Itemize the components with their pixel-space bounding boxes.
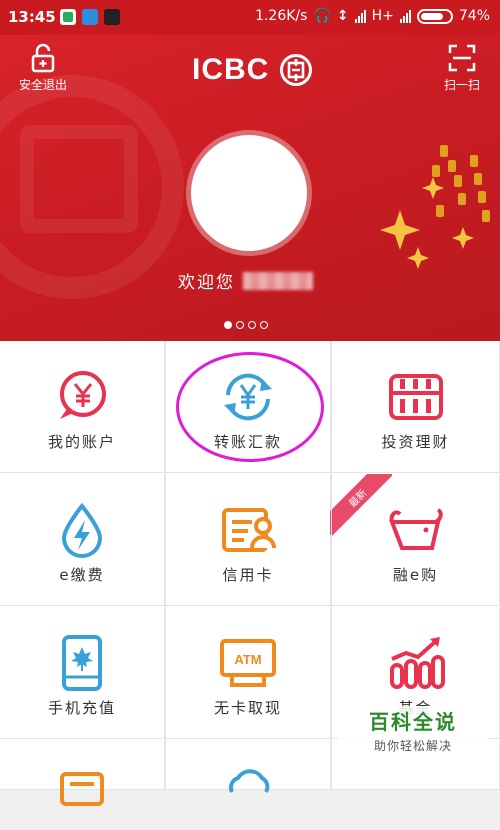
grid-item-label: 信用卡: [222, 566, 274, 584]
partial-orange-icon: [60, 772, 104, 806]
scan-button[interactable]: 扫一扫: [432, 43, 492, 93]
column-divider: [165, 341, 166, 790]
battery-level: 74%: [458, 8, 490, 24]
grid-item-label: 融e购: [392, 566, 439, 584]
grid-item-rong-e-gou[interactable]: 最新 融e购: [330, 474, 500, 606]
app-notification-icon: [82, 9, 98, 25]
grid-item-credit-card[interactable]: 信用卡: [166, 474, 331, 606]
grid-item-cardless-withdrawal[interactable]: ATM 无卡取现: [166, 607, 331, 739]
scan-label: 扫一扫: [443, 78, 480, 92]
yen-transfer-icon: [224, 373, 272, 421]
brand-name: ICBC: [192, 53, 270, 86]
grid-item-my-account[interactable]: 我的账户: [0, 341, 165, 473]
column-divider: [331, 341, 332, 790]
partial-cloud-icon: [228, 769, 270, 794]
grid-item-label: 无卡取现: [213, 699, 282, 717]
grid-item-row4-2[interactable]: [166, 740, 331, 794]
grid-item-label: 我的账户: [47, 433, 116, 451]
tiktok-notification-icon: [104, 9, 120, 25]
bar-chart-icon: [389, 637, 445, 689]
grid-item-label: 投资理财: [381, 433, 450, 451]
sim-icon: ↕: [336, 8, 349, 24]
water-drop-bolt-icon: [61, 502, 103, 558]
credit-card-icon: [222, 508, 276, 552]
carousel-indicator: [224, 321, 268, 329]
yen-chat-icon: [60, 371, 106, 419]
watermark-title: 百科全说: [369, 710, 457, 734]
carousel-dot[interactable]: [260, 321, 268, 329]
scan-icon: [448, 44, 476, 72]
grid-item-label: e缴费: [59, 566, 105, 584]
phone-maple-icon: [62, 635, 102, 691]
grid-item-row4-1[interactable]: [0, 740, 165, 806]
icbc-brand: ICBC: [192, 53, 313, 87]
welcome-banner: 安全退出 ICBC 扫一扫 欢迎您: [0, 35, 500, 341]
carousel-dot[interactable]: [224, 321, 232, 329]
status-bar: 13:45 1.26K/s 🎧 ↕ H+ 74%: [0, 0, 500, 35]
baike-watermark: 百科全说 助你轻松解决: [338, 706, 488, 768]
carousel-dot[interactable]: [236, 321, 244, 329]
headphone-icon: 🎧: [313, 8, 331, 24]
status-time: 13:45: [8, 8, 56, 26]
secure-logout-label: 安全退出: [18, 78, 67, 92]
welcome-text: 欢迎您: [178, 273, 235, 293]
signal-icon-2: [399, 9, 411, 23]
grid-item-mobile-recharge[interactable]: 手机充值: [0, 607, 165, 739]
shopping-bag-icon: [388, 508, 443, 550]
welcome-message: 欢迎您: [178, 268, 313, 293]
grid-item-transfer[interactable]: 转账汇款: [166, 341, 331, 473]
grid-item-e-payment[interactable]: e缴费: [0, 474, 165, 606]
avatar[interactable]: [191, 135, 307, 251]
shield-notification-icon: [60, 9, 76, 25]
lock-icon: [31, 43, 55, 73]
network-speed: 1.26K/s: [255, 8, 308, 24]
icbc-logo-icon: [280, 54, 313, 86]
atm-text: ATM: [234, 652, 261, 667]
new-badge: 最新: [330, 474, 392, 536]
grid-item-label: 手机充值: [47, 699, 116, 717]
fireworks-decoration: [380, 145, 490, 269]
carousel-dot[interactable]: [248, 321, 256, 329]
secure-logout-button[interactable]: 安全退出: [8, 43, 78, 93]
abacus-icon: [388, 374, 443, 420]
network-type: H+: [371, 8, 394, 24]
grid-item-investment[interactable]: 投资理财: [332, 341, 500, 473]
atm-icon: ATM: [220, 639, 276, 687]
battery-icon: [416, 8, 453, 24]
user-name-blurred: [243, 271, 313, 290]
icbc-watermark-square: [20, 125, 138, 233]
watermark-subtitle: 助你轻松解决: [373, 739, 452, 753]
signal-icon: [354, 9, 366, 23]
grid-item-label: 转账汇款: [213, 433, 282, 451]
